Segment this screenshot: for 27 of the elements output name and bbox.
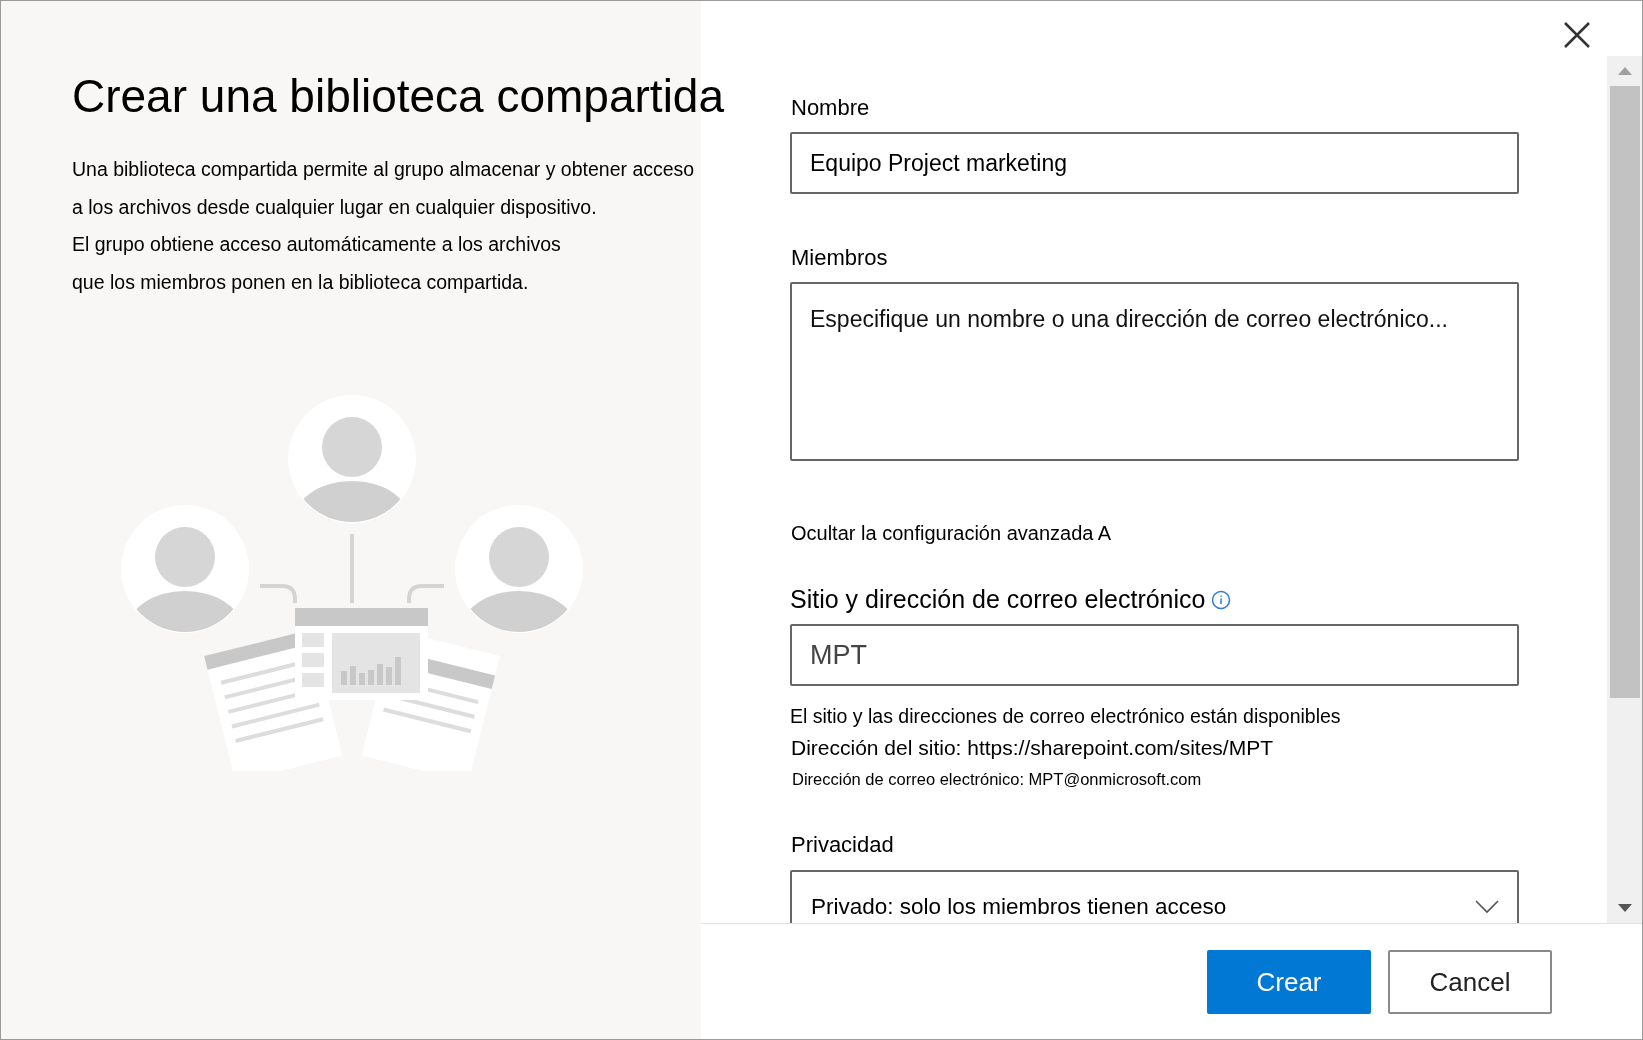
- advanced-settings-link[interactable]: Ocultar la configuración avanzada A: [791, 520, 1519, 546]
- field-label: Privacidad: [791, 831, 895, 859]
- connector-line: [350, 534, 354, 603]
- scrollbar[interactable]: [1607, 56, 1642, 923]
- privacy-dropdown[interactable]: Privado: solo los miembros tienen acceso: [790, 870, 1519, 923]
- help-text: Dirección de correo electrónico: MPT@onmicrosoft.com: [792, 769, 1203, 790]
- connector-line: [260, 584, 297, 603]
- info-icon[interactable]: [1211, 590, 1232, 610]
- cancel-button[interactable]: Cancel: [1388, 950, 1552, 1014]
- description-text: Una biblioteca compartida permite al grupo almacenar y obtener acceso a los archivos desde cualquier lugar en cualquier dispositivo. El grupo obtiene acceso automáticamente a los archivos que los miembros ponen en la biblioteca compartida.: [72, 157, 695, 295]
- close-button[interactable]: [1562, 20, 1592, 50]
- dialog-title: Crear una biblioteca compartida: [72, 69, 725, 124]
- name-input-field[interactable]: Equipo Project marketing: [790, 132, 1519, 194]
- triangle-up-icon: [1617, 67, 1632, 75]
- triangle-down-icon: [1617, 904, 1632, 912]
- help-text: El sitio y las direcciones de correo electrónico están disponibles: [790, 704, 1342, 729]
- members-input-field[interactable]: Especifique un nombre o una dirección de correo electrónico...: [790, 282, 1519, 461]
- field-label: Nombre: [791, 94, 871, 122]
- chevron-down-icon: [1475, 900, 1499, 914]
- field-label: Miembros: [791, 244, 889, 272]
- site-input-field[interactable]: MPT: [790, 624, 1519, 686]
- scrollbar-thumb[interactable]: [1609, 86, 1640, 698]
- connector-line: [407, 584, 444, 603]
- help-text: Dirección del sitio: https://sharepoint.com/sites/MPT: [791, 735, 1274, 761]
- field-label: Sitio y dirección de correo electrónico: [790, 585, 1206, 613]
- create-button[interactable]: Crear: [1207, 950, 1371, 1014]
- close-icon: [1562, 20, 1592, 50]
